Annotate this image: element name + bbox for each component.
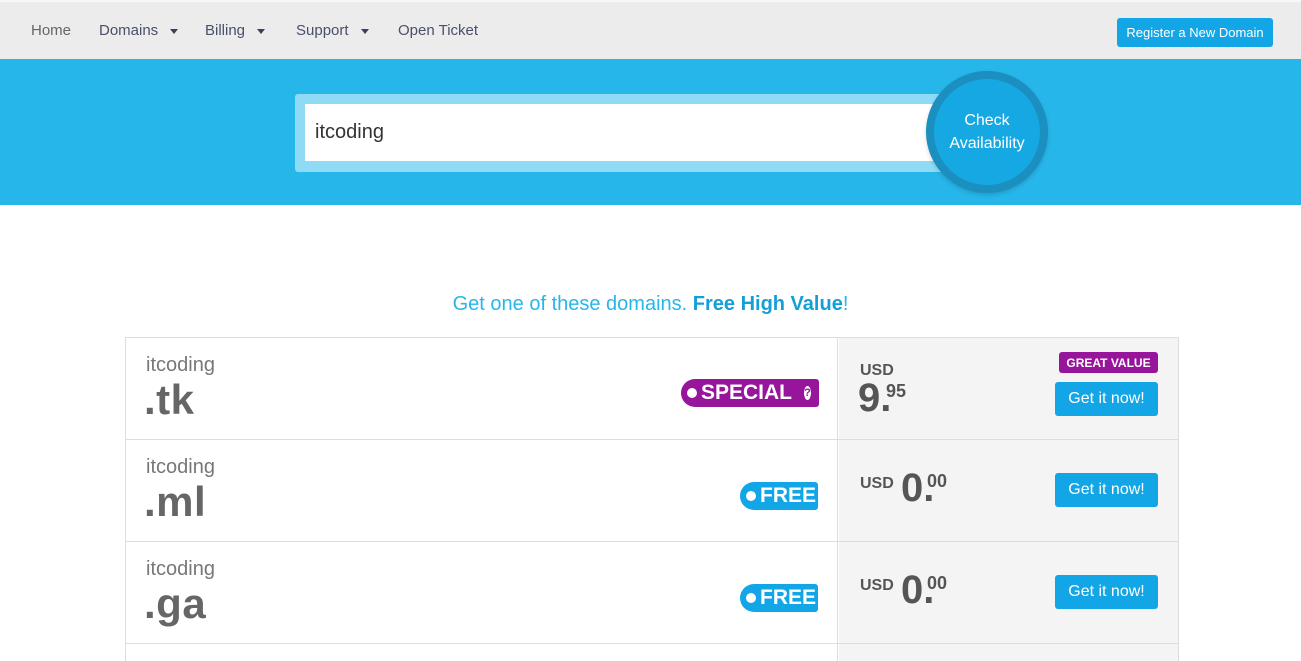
dot-icon <box>687 388 697 398</box>
promo-heading: Get one of these domains. Free High Valu… <box>0 293 1301 316</box>
question-circle-icon[interactable]: ? <box>804 386 811 400</box>
free-badge-label: FREE <box>760 484 817 507</box>
domain-name: itcoding <box>146 354 215 376</box>
domain-pricing <box>839 644 1178 661</box>
price-decimal: 00 <box>927 573 948 593</box>
nav-home-label: Home <box>31 22 72 39</box>
domain-pricing: USD 9. 95 GREAT VALUE Get it now! <box>839 338 1178 439</box>
nav-billing[interactable]: Billing <box>205 22 266 39</box>
nav-support-label: Support <box>296 22 349 39</box>
domain-search-input[interactable] <box>305 104 945 161</box>
nav-domains-label: Domains <box>99 22 159 39</box>
register-domain-button[interactable]: Register a New Domain <box>1117 18 1273 47</box>
check-availability-label: Check Availability <box>934 79 1040 185</box>
domain-pricing: USD 0. 00 Get it now! <box>839 542 1178 643</box>
get-it-now-button[interactable]: Get it now! <box>1055 473 1158 507</box>
price-decimal: 95 <box>886 381 907 401</box>
promo-prefix: Get one of these domains. <box>452 293 693 315</box>
domain-row <box>126 644 1178 661</box>
nav-domains[interactable]: Domains <box>99 22 179 39</box>
domain-row: itcoding .ga FREE USD 0. 00 Get it now! <box>126 542 1178 644</box>
great-value-badge: GREAT VALUE <box>1059 352 1158 373</box>
nav-open-ticket-label: Open Ticket <box>398 22 479 39</box>
domain-tld: .tk <box>144 376 195 423</box>
chevron-down-icon <box>360 29 369 34</box>
domain-row: itcoding .ml FREE USD 0. 00 Get it now! <box>126 440 1178 542</box>
domain-info: itcoding .ga FREE <box>126 542 838 643</box>
domain-name: itcoding <box>146 558 215 580</box>
get-it-now-button[interactable]: Get it now! <box>1055 382 1158 416</box>
domain-suggestions-table: itcoding .tk SPECIAL ? USD 9. 95 GREAT V… <box>125 337 1179 661</box>
special-badge-label: SPECIAL <box>701 381 793 404</box>
domain-search-hero: Check Availability <box>0 59 1301 205</box>
free-badge: FREE <box>740 482 818 510</box>
currency-label: USD <box>860 577 894 594</box>
chevron-down-icon <box>257 29 266 34</box>
domain-pricing: USD 0. 00 Get it now! <box>839 440 1178 541</box>
nav-open-ticket[interactable]: Open Ticket <box>398 22 478 39</box>
check-line-2: Availability <box>949 135 1025 152</box>
chevron-down-icon <box>170 29 179 34</box>
domain-name: itcoding <box>146 456 215 478</box>
top-navbar: Home Domains Billing Support Open Ticket… <box>0 0 1301 59</box>
domain-row: itcoding .tk SPECIAL ? USD 9. 95 GREAT V… <box>126 338 1178 440</box>
domain-tld: .ga <box>144 580 207 627</box>
dot-icon <box>746 593 756 603</box>
domain-info: itcoding .ml FREE <box>126 440 838 541</box>
promo-highlight: Free High Value <box>692 293 843 315</box>
free-badge-label: FREE <box>760 586 817 609</box>
domain-info: itcoding .tk SPECIAL ? <box>126 338 838 439</box>
check-line-1: Check <box>964 112 1010 129</box>
search-box <box>295 94 975 172</box>
nav-billing-label: Billing <box>205 22 246 39</box>
special-badge: SPECIAL ? <box>681 379 819 407</box>
get-it-now-button[interactable]: Get it now! <box>1055 575 1158 609</box>
price-decimal: 00 <box>927 471 948 491</box>
currency-label: USD <box>860 475 894 492</box>
domain-info <box>126 644 838 661</box>
check-availability-button[interactable]: Check Availability <box>926 71 1048 193</box>
nav-home[interactable]: Home <box>31 22 71 39</box>
nav-support[interactable]: Support <box>296 22 369 39</box>
dot-icon <box>746 491 756 501</box>
domain-tld: .ml <box>144 478 207 525</box>
free-badge: FREE <box>740 584 818 612</box>
promo-suffix: ! <box>842 293 849 315</box>
